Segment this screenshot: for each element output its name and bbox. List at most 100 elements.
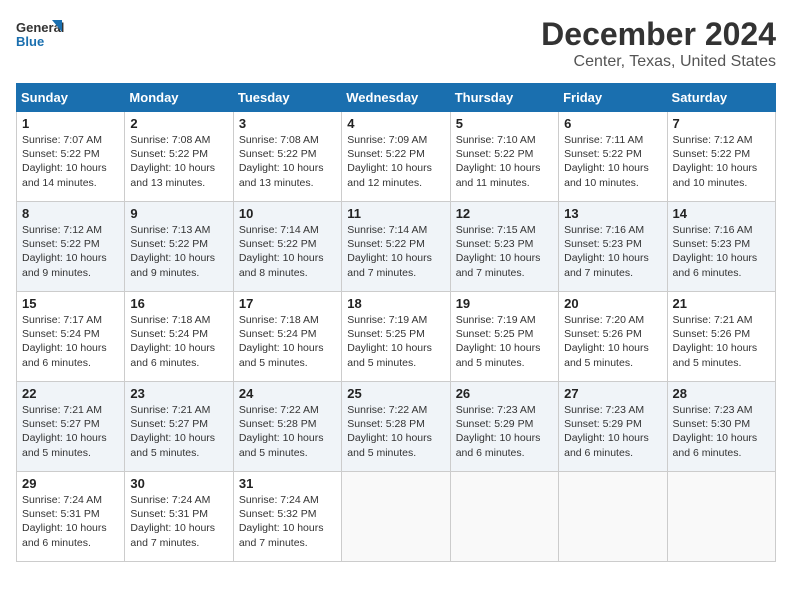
weekday-header-friday: Friday bbox=[559, 84, 667, 112]
calendar-cell: 20 Sunrise: 7:20 AMSunset: 5:26 PMDayligh… bbox=[559, 292, 667, 382]
calendar-cell: 4 Sunrise: 7:09 AMSunset: 5:22 PMDaylight… bbox=[342, 112, 450, 202]
weekday-header-sunday: Sunday bbox=[17, 84, 125, 112]
day-info: Sunrise: 7:23 AMSunset: 5:29 PMDaylight:… bbox=[456, 403, 553, 460]
day-info: Sunrise: 7:15 AMSunset: 5:23 PMDaylight:… bbox=[456, 223, 553, 280]
day-number: 15 bbox=[22, 296, 119, 311]
day-info: Sunrise: 7:24 AMSunset: 5:32 PMDaylight:… bbox=[239, 493, 336, 550]
calendar-cell: 13 Sunrise: 7:16 AMSunset: 5:23 PMDayligh… bbox=[559, 202, 667, 292]
day-number: 8 bbox=[22, 206, 119, 221]
day-info: Sunrise: 7:18 AMSunset: 5:24 PMDaylight:… bbox=[239, 313, 336, 370]
day-info: Sunrise: 7:09 AMSunset: 5:22 PMDaylight:… bbox=[347, 133, 444, 190]
day-info: Sunrise: 7:18 AMSunset: 5:24 PMDaylight:… bbox=[130, 313, 227, 370]
calendar-cell bbox=[450, 472, 558, 562]
weekday-header-tuesday: Tuesday bbox=[233, 84, 341, 112]
weekday-header-saturday: Saturday bbox=[667, 84, 775, 112]
weekday-header-wednesday: Wednesday bbox=[342, 84, 450, 112]
calendar-cell: 23 Sunrise: 7:21 AMSunset: 5:27 PMDayligh… bbox=[125, 382, 233, 472]
calendar-cell: 24 Sunrise: 7:22 AMSunset: 5:28 PMDayligh… bbox=[233, 382, 341, 472]
day-number: 12 bbox=[456, 206, 553, 221]
day-number: 4 bbox=[347, 116, 444, 131]
calendar-cell: 19 Sunrise: 7:19 AMSunset: 5:25 PMDayligh… bbox=[450, 292, 558, 382]
calendar-cell: 25 Sunrise: 7:22 AMSunset: 5:28 PMDayligh… bbox=[342, 382, 450, 472]
calendar-cell bbox=[342, 472, 450, 562]
day-number: 18 bbox=[347, 296, 444, 311]
weekday-header-thursday: Thursday bbox=[450, 84, 558, 112]
day-number: 1 bbox=[22, 116, 119, 131]
day-info: Sunrise: 7:07 AMSunset: 5:22 PMDaylight:… bbox=[22, 133, 119, 190]
day-info: Sunrise: 7:21 AMSunset: 5:27 PMDaylight:… bbox=[22, 403, 119, 460]
day-info: Sunrise: 7:17 AMSunset: 5:24 PMDaylight:… bbox=[22, 313, 119, 370]
calendar-cell: 1 Sunrise: 7:07 AMSunset: 5:22 PMDaylight… bbox=[17, 112, 125, 202]
day-info: Sunrise: 7:16 AMSunset: 5:23 PMDaylight:… bbox=[673, 223, 770, 280]
day-info: Sunrise: 7:12 AMSunset: 5:22 PMDaylight:… bbox=[673, 133, 770, 190]
day-info: Sunrise: 7:19 AMSunset: 5:25 PMDaylight:… bbox=[456, 313, 553, 370]
day-info: Sunrise: 7:19 AMSunset: 5:25 PMDaylight:… bbox=[347, 313, 444, 370]
day-number: 30 bbox=[130, 476, 227, 491]
day-number: 2 bbox=[130, 116, 227, 131]
weekday-header-monday: Monday bbox=[125, 84, 233, 112]
day-info: Sunrise: 7:24 AMSunset: 5:31 PMDaylight:… bbox=[130, 493, 227, 550]
day-number: 6 bbox=[564, 116, 661, 131]
calendar-cell: 7 Sunrise: 7:12 AMSunset: 5:22 PMDaylight… bbox=[667, 112, 775, 202]
calendar-cell: 6Sunrise: 7:11 AMSunset: 5:22 PMDaylight… bbox=[559, 112, 667, 202]
title-block: December 2024 Center, Texas, United Stat… bbox=[541, 16, 776, 71]
calendar-cell: 9 Sunrise: 7:13 AMSunset: 5:22 PMDaylight… bbox=[125, 202, 233, 292]
day-info: Sunrise: 7:16 AMSunset: 5:23 PMDaylight:… bbox=[564, 223, 661, 280]
main-title: December 2024 bbox=[541, 16, 776, 53]
calendar-cell: 10 Sunrise: 7:14 AMSunset: 5:22 PMDayligh… bbox=[233, 202, 341, 292]
calendar-cell bbox=[559, 472, 667, 562]
day-number: 25 bbox=[347, 386, 444, 401]
day-number: 29 bbox=[22, 476, 119, 491]
day-info: Sunrise: 7:13 AMSunset: 5:22 PMDaylight:… bbox=[130, 223, 227, 280]
calendar-cell: 21 Sunrise: 7:21 AMSunset: 5:26 PMDayligh… bbox=[667, 292, 775, 382]
day-info: Sunrise: 7:12 AMSunset: 5:22 PMDaylight:… bbox=[22, 223, 119, 280]
day-number: 21 bbox=[673, 296, 770, 311]
calendar-cell: 14Sunrise: 7:16 AMSunset: 5:23 PMDayligh… bbox=[667, 202, 775, 292]
day-info: Sunrise: 7:10 AMSunset: 5:22 PMDaylight:… bbox=[456, 133, 553, 190]
calendar-cell: 15 Sunrise: 7:17 AMSunset: 5:24 PMDayligh… bbox=[17, 292, 125, 382]
day-number: 28 bbox=[673, 386, 770, 401]
calendar-cell: 31 Sunrise: 7:24 AMSunset: 5:32 PMDayligh… bbox=[233, 472, 341, 562]
calendar-cell: 26 Sunrise: 7:23 AMSunset: 5:29 PMDayligh… bbox=[450, 382, 558, 472]
day-number: 16 bbox=[130, 296, 227, 311]
day-info: Sunrise: 7:08 AMSunset: 5:22 PMDaylight:… bbox=[130, 133, 227, 190]
day-number: 24 bbox=[239, 386, 336, 401]
day-info: Sunrise: 7:14 AMSunset: 5:22 PMDaylight:… bbox=[347, 223, 444, 280]
day-number: 22 bbox=[22, 386, 119, 401]
calendar-cell: 18 Sunrise: 7:19 AMSunset: 5:25 PMDayligh… bbox=[342, 292, 450, 382]
day-number: 10 bbox=[239, 206, 336, 221]
calendar-cell: 11 Sunrise: 7:14 AMSunset: 5:22 PMDayligh… bbox=[342, 202, 450, 292]
day-info: Sunrise: 7:14 AMSunset: 5:22 PMDaylight:… bbox=[239, 223, 336, 280]
calendar-table: SundayMondayTuesdayWednesdayThursdayFrid… bbox=[16, 83, 776, 562]
day-info: Sunrise: 7:23 AMSunset: 5:29 PMDaylight:… bbox=[564, 403, 661, 460]
day-info: Sunrise: 7:21 AMSunset: 5:27 PMDaylight:… bbox=[130, 403, 227, 460]
calendar-cell: 5Sunrise: 7:10 AMSunset: 5:22 PMDaylight… bbox=[450, 112, 558, 202]
day-number: 23 bbox=[130, 386, 227, 401]
day-info: Sunrise: 7:24 AMSunset: 5:31 PMDaylight:… bbox=[22, 493, 119, 550]
calendar-cell: 2 Sunrise: 7:08 AMSunset: 5:22 PMDaylight… bbox=[125, 112, 233, 202]
day-number: 26 bbox=[456, 386, 553, 401]
day-info: Sunrise: 7:22 AMSunset: 5:28 PMDaylight:… bbox=[347, 403, 444, 460]
calendar-cell: 16 Sunrise: 7:18 AMSunset: 5:24 PMDayligh… bbox=[125, 292, 233, 382]
calendar-cell bbox=[667, 472, 775, 562]
day-info: Sunrise: 7:23 AMSunset: 5:30 PMDaylight:… bbox=[673, 403, 770, 460]
day-number: 13 bbox=[564, 206, 661, 221]
logo: General Blue bbox=[16, 16, 64, 56]
page-header: General Blue December 2024 Center, Texas… bbox=[16, 16, 776, 71]
day-number: 19 bbox=[456, 296, 553, 311]
day-info: Sunrise: 7:21 AMSunset: 5:26 PMDaylight:… bbox=[673, 313, 770, 370]
day-number: 17 bbox=[239, 296, 336, 311]
day-number: 9 bbox=[130, 206, 227, 221]
day-number: 31 bbox=[239, 476, 336, 491]
day-number: 27 bbox=[564, 386, 661, 401]
day-info: Sunrise: 7:22 AMSunset: 5:28 PMDaylight:… bbox=[239, 403, 336, 460]
calendar-cell: 27 Sunrise: 7:23 AMSunset: 5:29 PMDayligh… bbox=[559, 382, 667, 472]
day-info: Sunrise: 7:08 AMSunset: 5:22 PMDaylight:… bbox=[239, 133, 336, 190]
day-number: 11 bbox=[347, 206, 444, 221]
day-info: Sunrise: 7:20 AMSunset: 5:26 PMDaylight:… bbox=[564, 313, 661, 370]
calendar-cell: 8 Sunrise: 7:12 AMSunset: 5:22 PMDaylight… bbox=[17, 202, 125, 292]
calendar-cell: 17 Sunrise: 7:18 AMSunset: 5:24 PMDayligh… bbox=[233, 292, 341, 382]
calendar-cell: 3Sunrise: 7:08 AMSunset: 5:22 PMDaylight… bbox=[233, 112, 341, 202]
day-number: 7 bbox=[673, 116, 770, 131]
day-number: 20 bbox=[564, 296, 661, 311]
